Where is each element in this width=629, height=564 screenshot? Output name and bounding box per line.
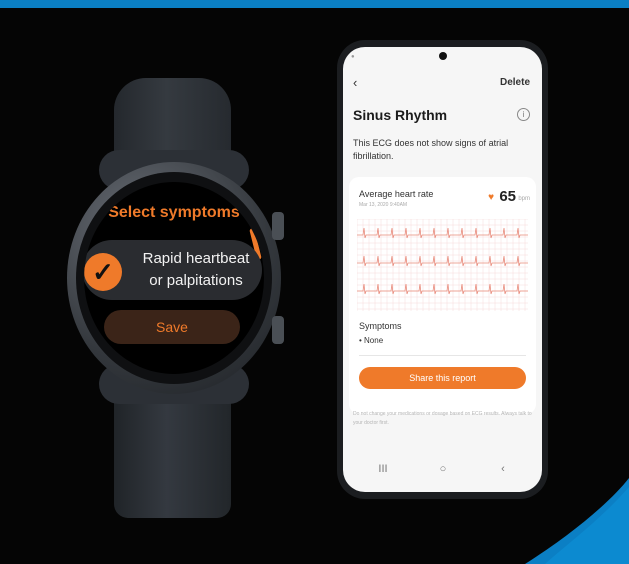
ecg-report-card: Average heart rate Mar 13, 2020 9:40AM ♥… <box>349 177 536 414</box>
watch-crown-bottom <box>272 316 284 344</box>
result-title: Sinus Rhythm <box>353 107 448 123</box>
ecg-trace <box>357 283 528 295</box>
ecg-trace <box>357 227 528 239</box>
home-icon[interactable]: ○ <box>423 463 463 475</box>
front-camera <box>439 52 447 60</box>
bpm-unit: bpm <box>518 196 530 202</box>
bpm-value: 65 <box>499 188 516 205</box>
symptom-option-label-line2: or palpitations <box>149 272 243 289</box>
status-bar-icon: ● <box>351 54 355 60</box>
delete-button[interactable]: Delete <box>500 77 530 88</box>
divider <box>359 355 526 356</box>
back-icon[interactable]: ‹ <box>353 75 357 90</box>
recent-apps-icon[interactable]: III <box>363 463 403 475</box>
watch-screen: Select symptoms ✓ Rapid heartbeat or pal… <box>84 182 264 374</box>
disclaimer-text: Do not change your medications or dosage… <box>353 411 532 426</box>
watch-crown-top <box>272 212 284 240</box>
check-icon[interactable]: ✓ <box>84 253 122 291</box>
watch-title: Select symptoms <box>108 204 240 221</box>
nav-back-icon[interactable]: ‹ <box>483 463 523 475</box>
symptoms-label: Symptoms <box>359 321 402 331</box>
symptom-option-label-line1: Rapid heartbeat <box>142 250 250 267</box>
promo-image: Select symptoms ✓ Rapid heartbeat or pal… <box>0 0 629 564</box>
phone-screen: ● ‹ Delete Sinus Rhythm i This ECG does … <box>343 47 542 492</box>
ecg-waveform-strip <box>357 219 528 311</box>
info-icon[interactable]: i <box>517 108 530 121</box>
share-report-button[interactable]: Share this report <box>359 367 526 389</box>
recording-timestamp: Mar 13, 2020 9:40AM <box>359 202 408 208</box>
avg-heart-rate-label: Average heart rate <box>359 189 434 199</box>
heart-icon: ♥ <box>488 192 494 203</box>
result-description: This ECG does not show signs of atrial f… <box>353 138 509 161</box>
android-nav-bar: III ○ ‹ <box>343 463 542 483</box>
save-button[interactable]: Save <box>104 310 240 344</box>
symptoms-value: • None <box>359 336 384 345</box>
